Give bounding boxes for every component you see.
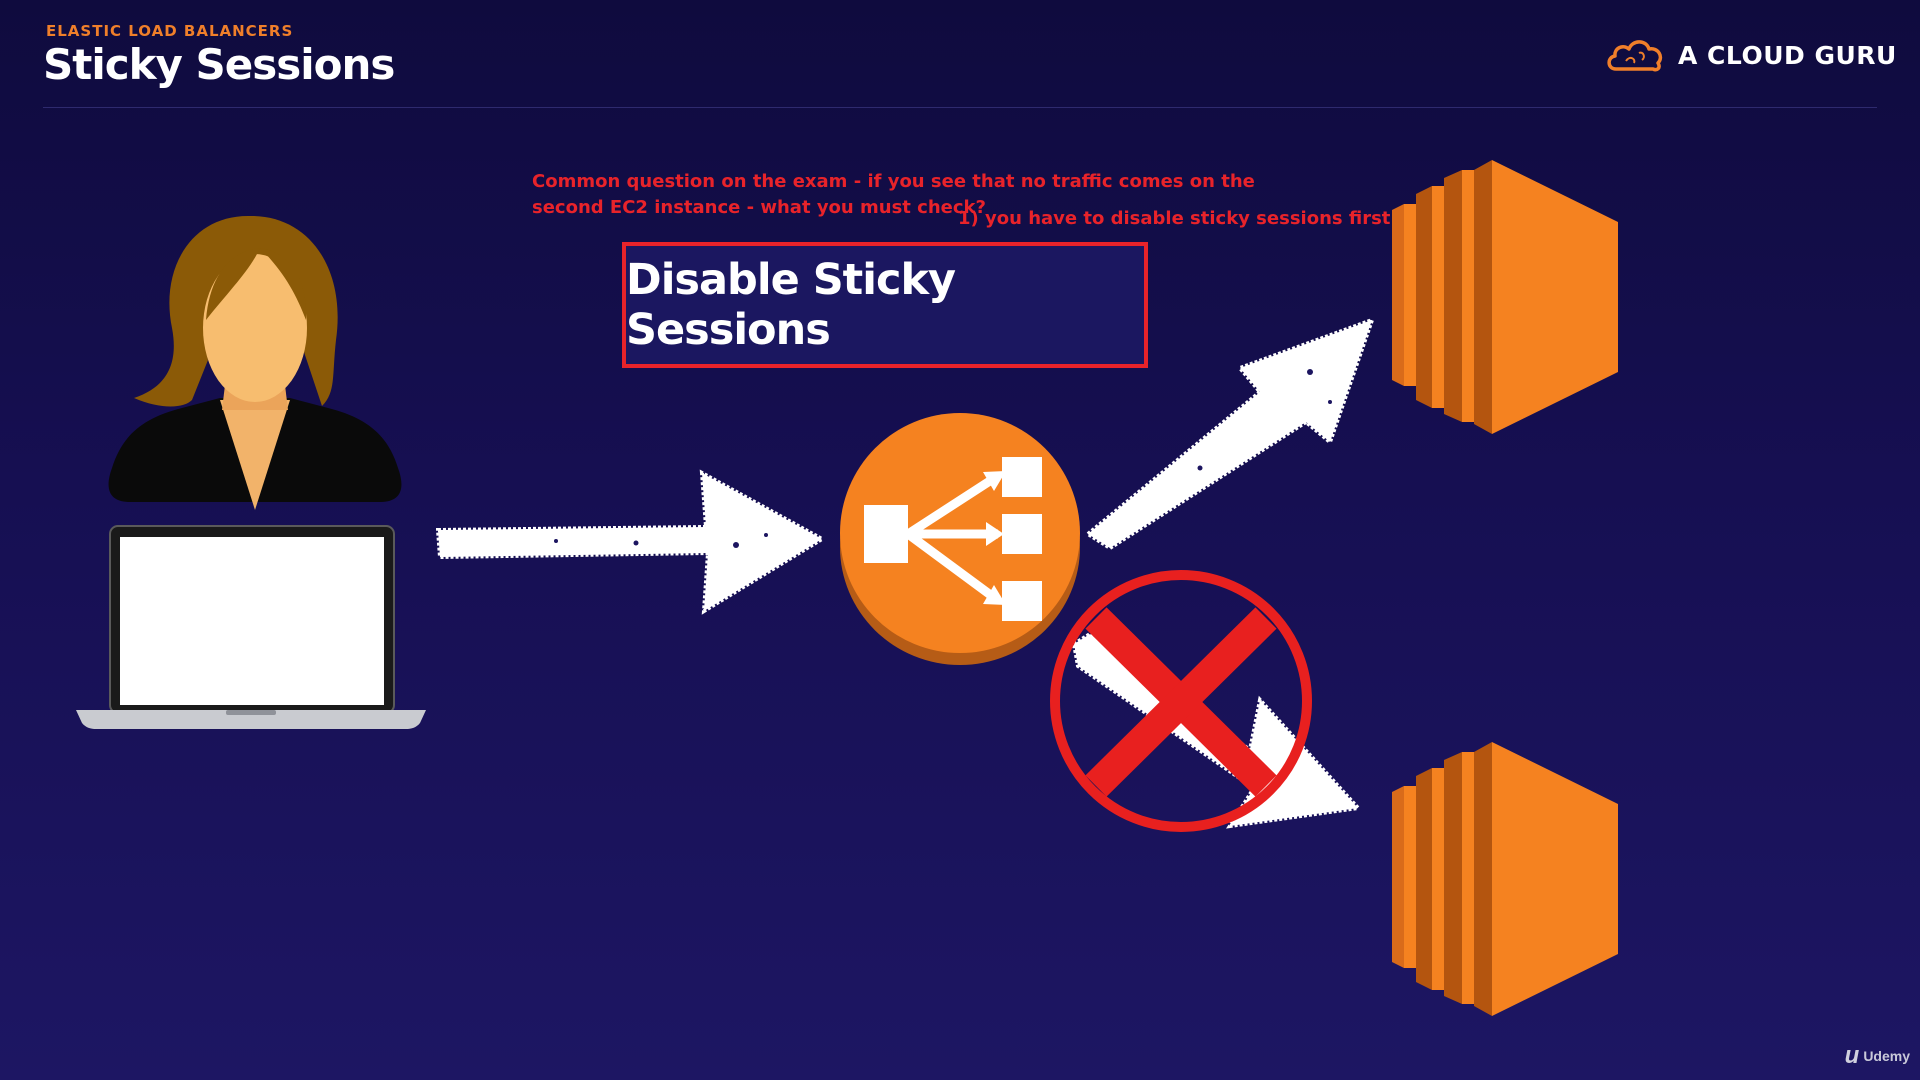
load-balancer-icon [840, 413, 1080, 665]
ec2-instance-icon [1392, 160, 1618, 434]
user-avatar-icon [108, 215, 402, 510]
no-entry-icon [1050, 570, 1312, 832]
callout-text: Disable Sticky Sessions [626, 255, 956, 355]
ec2-instance-icon [1392, 742, 1618, 1016]
udemy-label: Udemy [1863, 1048, 1910, 1064]
udemy-logo-icon: u [1844, 1042, 1860, 1069]
section-label: ELASTIC LOAD BALANCERS [46, 22, 294, 40]
exam-question-line-1: Common question on the exam - if you see… [532, 171, 1255, 192]
header-divider [43, 107, 1877, 108]
laptop-icon [76, 525, 426, 729]
arrow-to-load-balancer [436, 469, 826, 615]
page-title: Sticky Sessions [43, 40, 395, 89]
udemy-watermark: u Udemy [1845, 1042, 1910, 1070]
cloud-icon [1607, 40, 1663, 72]
arrow-to-ec2-top [1084, 316, 1376, 551]
brand-name: A CLOUD GURU [1678, 40, 1897, 70]
exam-answer-note: 1) you have to disable sticky sessions f… [958, 208, 1465, 229]
disable-sticky-sessions-callout: Disable Sticky Sessions [622, 242, 1148, 368]
brand-logo: A CLOUD GURU [1604, 32, 1897, 78]
